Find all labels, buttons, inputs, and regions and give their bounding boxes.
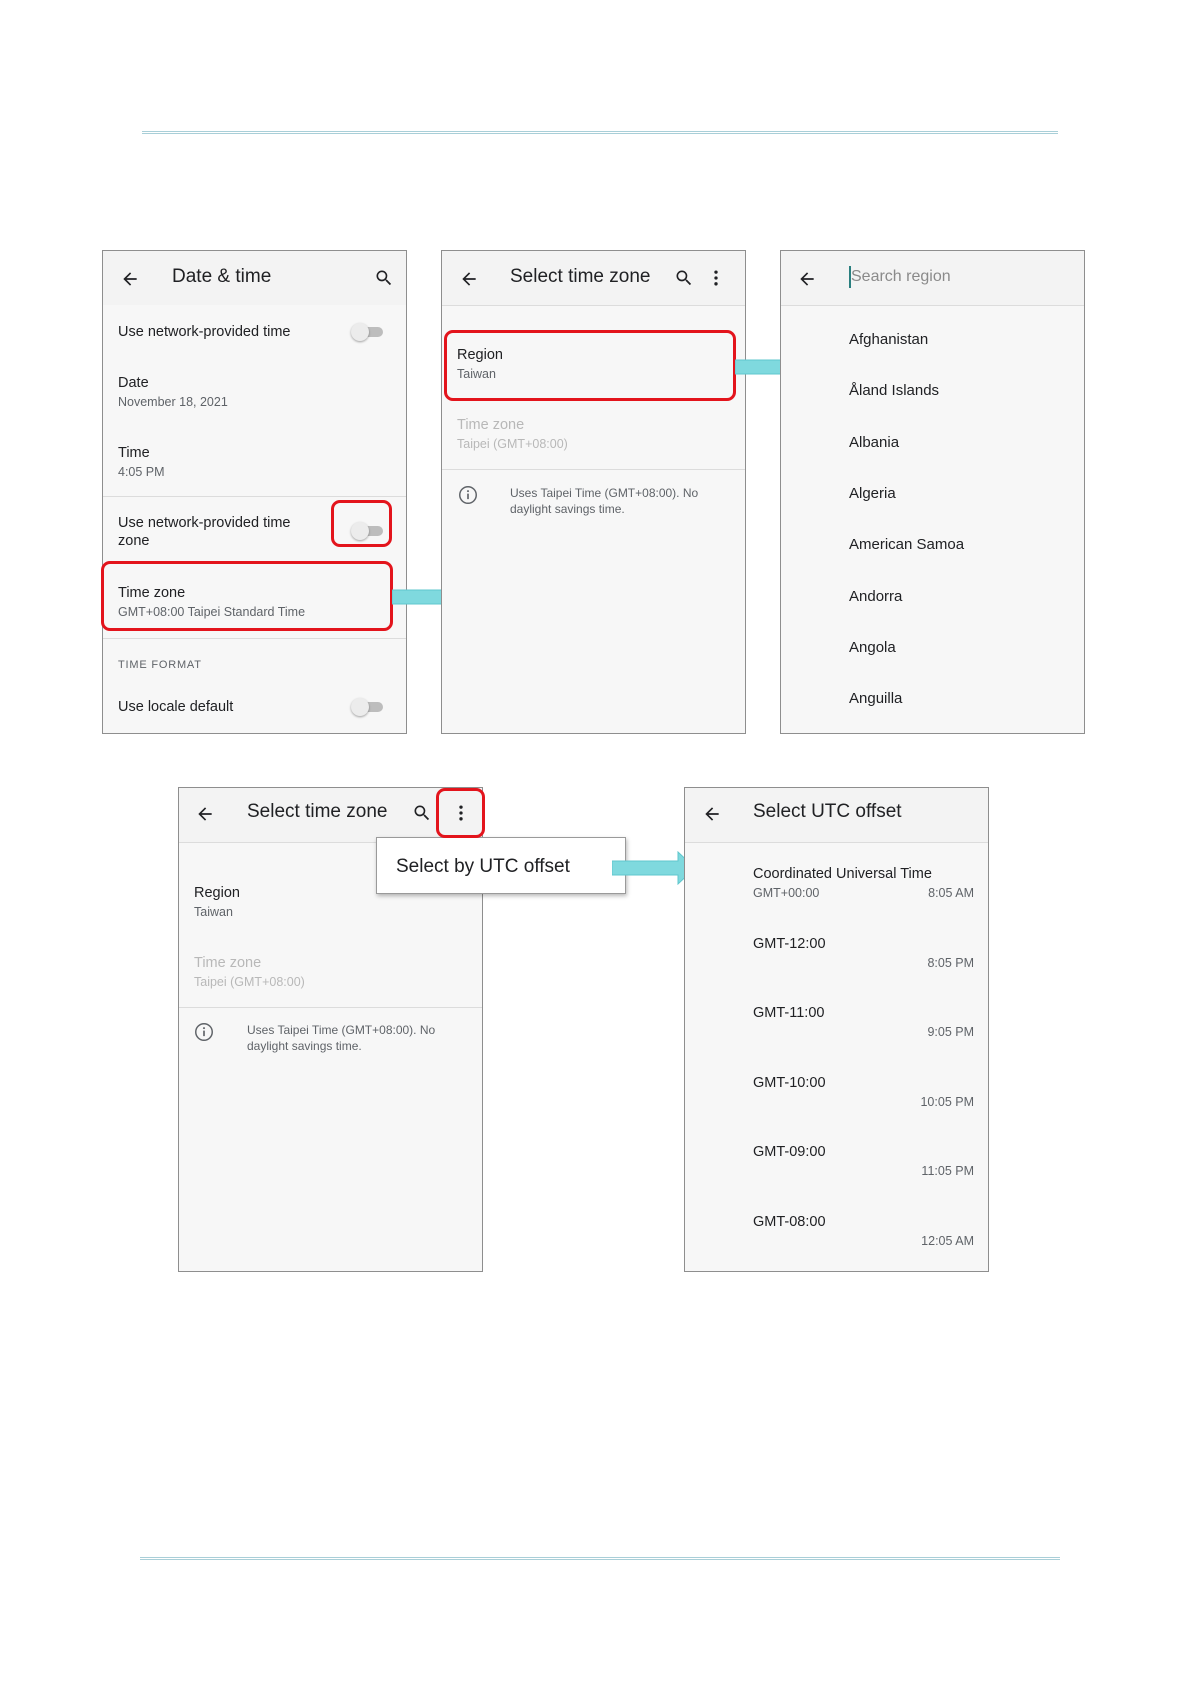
- select-utc-offset-screen: Select UTC offset Coordinated Universal …: [684, 787, 989, 1272]
- utc-offset-name[interactable]: GMT-09:00: [753, 1144, 826, 1160]
- utc-offset-sub: GMT+00:00: [753, 886, 820, 900]
- search-icon[interactable]: [412, 803, 432, 823]
- info-text: Uses Taipei Time (GMT+08:00). No: [247, 1023, 436, 1037]
- region-list-item[interactable]: American Samoa: [849, 536, 964, 553]
- info-icon: [459, 486, 477, 504]
- back-arrow-icon[interactable]: [702, 804, 722, 824]
- page-title: Select UTC offset: [753, 801, 902, 822]
- utc-offset-time: 8:05 PM: [927, 955, 974, 970]
- back-arrow-icon[interactable]: [195, 804, 215, 824]
- divider: [179, 1007, 482, 1008]
- date-label: Date: [118, 375, 149, 391]
- utc-offset-time: 9:05 PM: [927, 1025, 974, 1039]
- region-list-item[interactable]: Angola: [849, 639, 896, 656]
- auto-time-label: Use network-provided time: [118, 324, 291, 340]
- region-list-item[interactable]: Afghanistan: [849, 331, 928, 348]
- region-list-item[interactable]: Algeria: [849, 485, 896, 502]
- utc-offset-name[interactable]: GMT-11:00: [753, 1005, 824, 1021]
- back-arrow-icon[interactable]: [797, 269, 817, 289]
- time-label: Time: [118, 445, 150, 461]
- info-icon: [195, 1023, 213, 1041]
- region-label[interactable]: Region: [194, 885, 240, 901]
- utc-offset-time: 11:05 PM: [921, 1164, 974, 1178]
- section-time-format: TIME FORMAT: [118, 659, 202, 671]
- header-rule: [142, 131, 1058, 134]
- back-arrow-icon[interactable]: [120, 269, 140, 289]
- page-title: Select time zone: [510, 266, 651, 287]
- region-value: Taiwan: [194, 905, 233, 919]
- date-time-screen: Date & time Use network-provided time Da…: [102, 250, 407, 734]
- highlight-region-item: [444, 330, 736, 401]
- app-bar: Search region: [781, 251, 1084, 306]
- app-bar: Select UTC offset: [685, 788, 988, 843]
- timezone-value: Taipei (GMT+08:00): [457, 437, 568, 451]
- page-title: Select time zone: [247, 801, 388, 822]
- region-list-item[interactable]: Åland Islands: [849, 382, 939, 399]
- time-value: 4:05 PM: [118, 465, 165, 479]
- timezone-value: Taipei (GMT+08:00): [194, 975, 305, 989]
- utc-offset-name[interactable]: Coordinated Universal Time: [753, 866, 932, 882]
- page-title: Date & time: [172, 266, 272, 287]
- back-arrow-icon[interactable]: [459, 269, 479, 289]
- auto-zone-label-line2: zone: [118, 533, 150, 549]
- select-by-utc-offset-menu-item[interactable]: Select by UTC offset: [396, 856, 570, 878]
- utc-offset-time: 10:05 PM: [920, 1094, 974, 1109]
- utc-offset-time: 8:05 AM: [928, 886, 974, 900]
- auto-zone-label: Use network-provided time: [118, 515, 291, 531]
- timezone-label: Time zone: [194, 955, 262, 971]
- info-text-line2: daylight savings time.: [510, 502, 625, 516]
- footer-rule: [140, 1557, 1060, 1560]
- utc-offset-name[interactable]: GMT-08:00: [753, 1214, 826, 1230]
- divider: [103, 638, 406, 639]
- search-icon[interactable]: [674, 268, 694, 288]
- select-time-zone-screen: Select time zone Region Taiwan Time zone…: [441, 250, 746, 734]
- highlight-auto-zone-toggle: [331, 500, 392, 547]
- app-bar: Date & time: [103, 251, 406, 305]
- highlight-time-zone-item: [101, 561, 393, 631]
- region-list-item[interactable]: Andorra: [849, 588, 902, 605]
- divider: [442, 469, 745, 470]
- utc-offset-name[interactable]: GMT-12:00: [753, 936, 826, 952]
- info-text-line2: daylight savings time.: [247, 1039, 362, 1053]
- auto-time-toggle[interactable]: [351, 323, 385, 341]
- overflow-menu: Select by UTC offset: [376, 837, 626, 894]
- region-list-item[interactable]: Albania: [849, 434, 899, 451]
- locale-default-label: Use locale default: [118, 699, 234, 715]
- search-icon[interactable]: [374, 268, 394, 288]
- search-region-screen: Search region Afghanistan Åland Islands Al…: [780, 250, 1085, 734]
- timezone-label: Time zone: [457, 417, 525, 433]
- date-value: November 18, 2021: [118, 395, 228, 409]
- locale-default-toggle[interactable]: [351, 698, 385, 716]
- highlight-more-menu: [436, 788, 485, 838]
- region-list-item[interactable]: Anguilla: [849, 690, 902, 707]
- utc-offset-time: 12:05 AM: [921, 1233, 974, 1248]
- app-bar: Select time zone: [442, 251, 745, 306]
- utc-offset-name[interactable]: GMT-10:00: [753, 1075, 826, 1091]
- more-vert-icon[interactable]: [706, 268, 726, 288]
- search-region-input[interactable]: Search region: [851, 268, 951, 286]
- info-text: Uses Taipei Time (GMT+08:00). No: [510, 486, 699, 500]
- divider: [103, 496, 406, 497]
